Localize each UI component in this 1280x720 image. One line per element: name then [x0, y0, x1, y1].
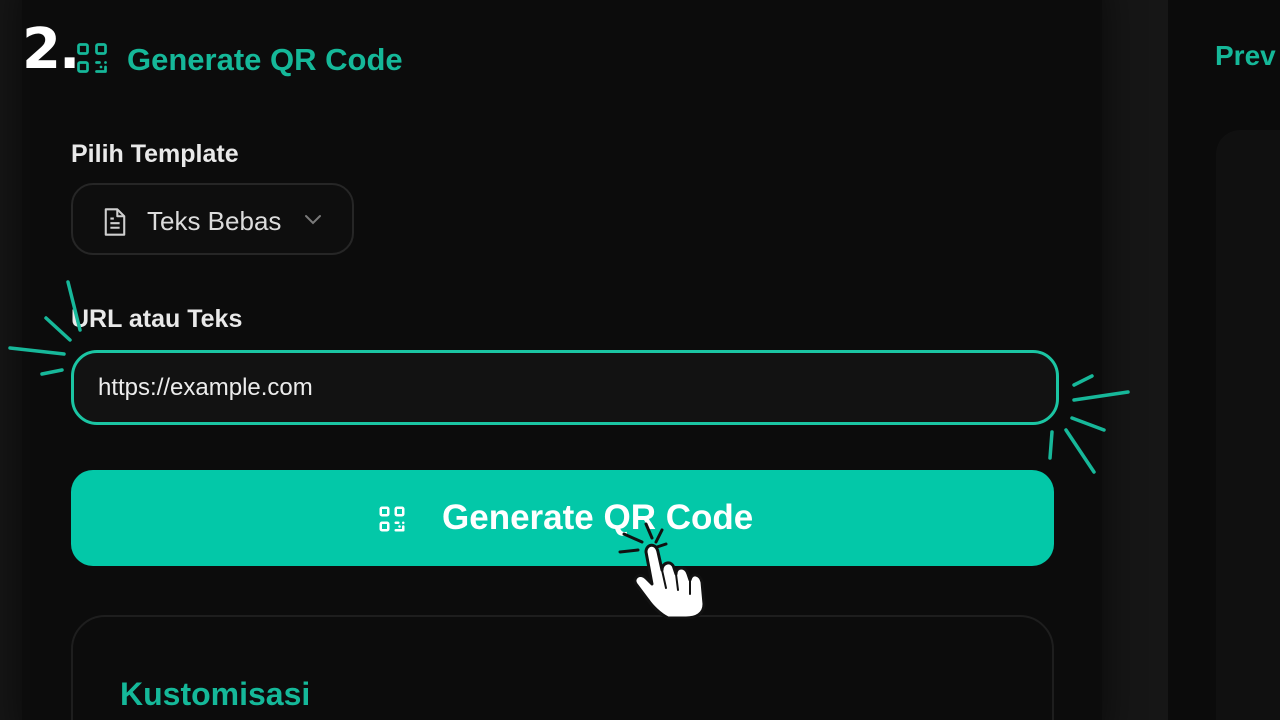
section-title: Generate QR Code: [127, 42, 403, 77]
generate-qr-button[interactable]: Generate QR Code: [71, 470, 1054, 566]
chevron-down-icon: [305, 215, 321, 225]
screen: Prev 2. Generate QR Code Pilih Template …: [0, 0, 1280, 720]
url-input[interactable]: [71, 350, 1059, 425]
template-label: Pilih Template: [71, 140, 239, 168]
preview-title: Prev: [1215, 40, 1276, 71]
template-value: Teks Bebas: [147, 206, 282, 236]
preview-area: [1216, 130, 1280, 720]
qr-code-icon: [379, 506, 405, 532]
generate-qr-label: Generate QR Code: [442, 498, 754, 537]
customization-title: Kustomisasi: [120, 676, 311, 712]
document-icon: [104, 208, 126, 236]
url-label: URL atau Teks: [71, 305, 243, 333]
template-select[interactable]: Teks Bebas: [71, 183, 354, 255]
step-number: 2.: [22, 17, 80, 82]
qr-code-icon: [77, 43, 107, 73]
